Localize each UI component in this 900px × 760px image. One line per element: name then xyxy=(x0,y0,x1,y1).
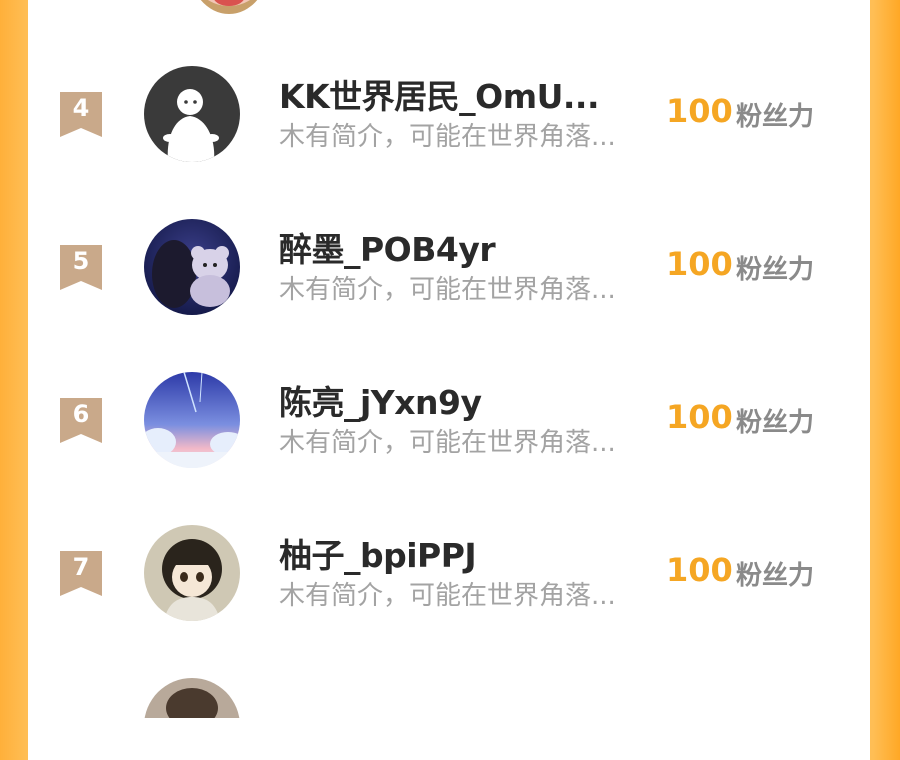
list-item[interactable]: 4 KK世界居民_OmU... 木有简介，可能在世界角落... 100 粉丝力 xyxy=(28,66,870,186)
fan-score-unit: 粉丝力 xyxy=(736,561,815,591)
user-bio: 木有简介，可能在世界角落... xyxy=(279,275,616,305)
rank-number: 7 xyxy=(72,553,90,581)
rank-number: 6 xyxy=(72,400,90,428)
previous-user-avatar[interactable] xyxy=(189,0,269,14)
user-bio: 木有简介，可能在世界角落... xyxy=(279,581,616,611)
fan-score: 100 xyxy=(666,398,733,436)
list-item[interactable]: 6 陈亮_jYxn9y 木有简介，可能在世界角落... 100 粉丝力 xyxy=(28,372,870,492)
user-name[interactable]: 陈亮_jYxn9y xyxy=(279,376,609,424)
fan-score-unit: 粉丝力 xyxy=(736,255,815,285)
fan-score: 100 xyxy=(666,92,733,130)
user-bio: 木有简介，可能在世界角落... xyxy=(279,428,616,458)
list-item[interactable]: 7 柚子_bpiPPJ 木有简介，可能在世界角落... 100 粉丝力 xyxy=(28,525,870,645)
fan-score-unit: 粉丝力 xyxy=(736,102,815,132)
ghost-avatar-icon[interactable] xyxy=(144,66,240,162)
ranking-card: 4 KK世界居民_OmU... 木有简介，可能在世界角落... 100 粉丝力 … xyxy=(28,0,870,760)
cartoon-girl-avatar-icon[interactable] xyxy=(144,525,240,621)
list-item[interactable]: 5 醉墨_POB4yr 木有简介，可能在世界角落... 100 粉丝力 xyxy=(28,219,870,339)
anime-girl-avatar-icon[interactable] xyxy=(144,219,240,315)
user-name[interactable]: 醉墨_POB4yr xyxy=(279,223,609,271)
user-name[interactable]: 柚子_bpiPPJ xyxy=(279,529,609,577)
sky-avatar-icon[interactable] xyxy=(144,372,240,468)
next-user-avatar[interactable] xyxy=(144,678,240,718)
rank-badge: 6 xyxy=(60,398,102,443)
rank-number: 5 xyxy=(72,247,90,275)
rank-badge: 5 xyxy=(60,245,102,290)
rank-badge: 4 xyxy=(60,92,102,137)
rank-number: 4 xyxy=(72,94,90,122)
user-bio: 木有简介，可能在世界角落... xyxy=(279,122,616,152)
rank-badge: 7 xyxy=(60,551,102,596)
fan-score: 100 xyxy=(666,245,733,283)
fan-score-unit: 粉丝力 xyxy=(736,408,815,438)
list-item[interactable] xyxy=(28,678,870,718)
fan-score: 100 xyxy=(666,551,733,589)
user-name[interactable]: KK世界居民_OmU... xyxy=(279,70,609,118)
